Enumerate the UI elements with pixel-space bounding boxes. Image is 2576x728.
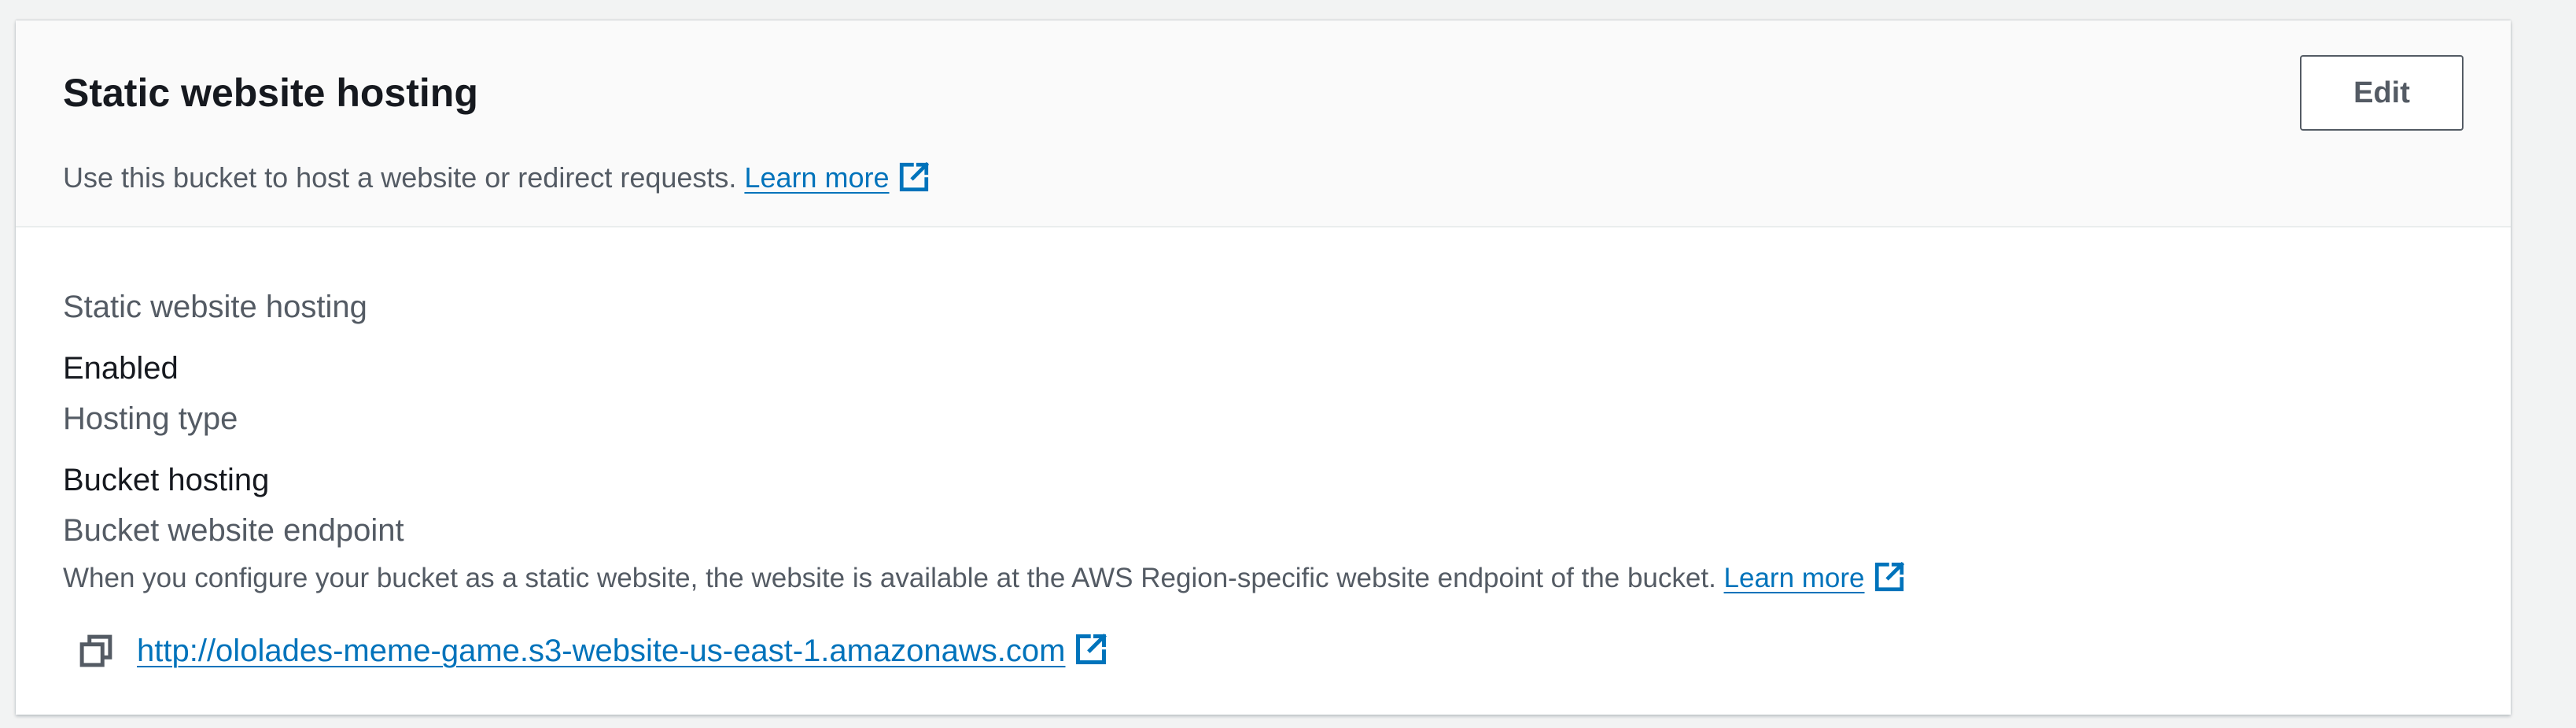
endpoint-row: http://ololades-meme-game.s3-website-us-… [79, 626, 1108, 675]
endpoint-learn-more-link[interactable]: Learn more [1724, 563, 1865, 593]
panel-title: Static website hosting [63, 71, 478, 115]
learn-more-label: Learn more [744, 161, 890, 194]
endpoint-hint: When you configure your bucket as a stat… [63, 560, 1906, 601]
endpoint-learn-more-label: Learn more [1723, 563, 1865, 593]
external-link-icon[interactable] [1873, 560, 1906, 601]
panel-description: Use this bucket to host a website or red… [63, 161, 931, 201]
hosting-type-value: Bucket hosting [63, 463, 270, 497]
description-text: Use this bucket to host a website or red… [63, 161, 737, 194]
endpoint-url-link[interactable]: http://ololades-meme-game.s3-website-us-… [137, 634, 1066, 669]
hosting-status-label: Static website hosting [63, 290, 367, 324]
external-link-icon[interactable] [897, 161, 931, 201]
endpoint-hint-text: When you configure your bucket as a stat… [63, 563, 1716, 593]
hosting-status-value: Enabled [63, 351, 179, 386]
hosting-type-label: Hosting type [63, 401, 238, 436]
edit-button[interactable]: Edit [2300, 55, 2464, 131]
external-link-icon[interactable] [1074, 632, 1108, 671]
copy-icon[interactable] [79, 634, 113, 668]
learn-more-link[interactable]: Learn more [744, 161, 889, 194]
endpoint-url-label: http://ololades-meme-game.s3-website-us-… [137, 633, 1066, 668]
bucket-endpoint-label: Bucket website endpoint [63, 513, 404, 548]
static-website-hosting-panel: Static website hosting Use this bucket t… [16, 20, 2511, 715]
panel-header: Static website hosting Use this bucket t… [16, 20, 2511, 227]
